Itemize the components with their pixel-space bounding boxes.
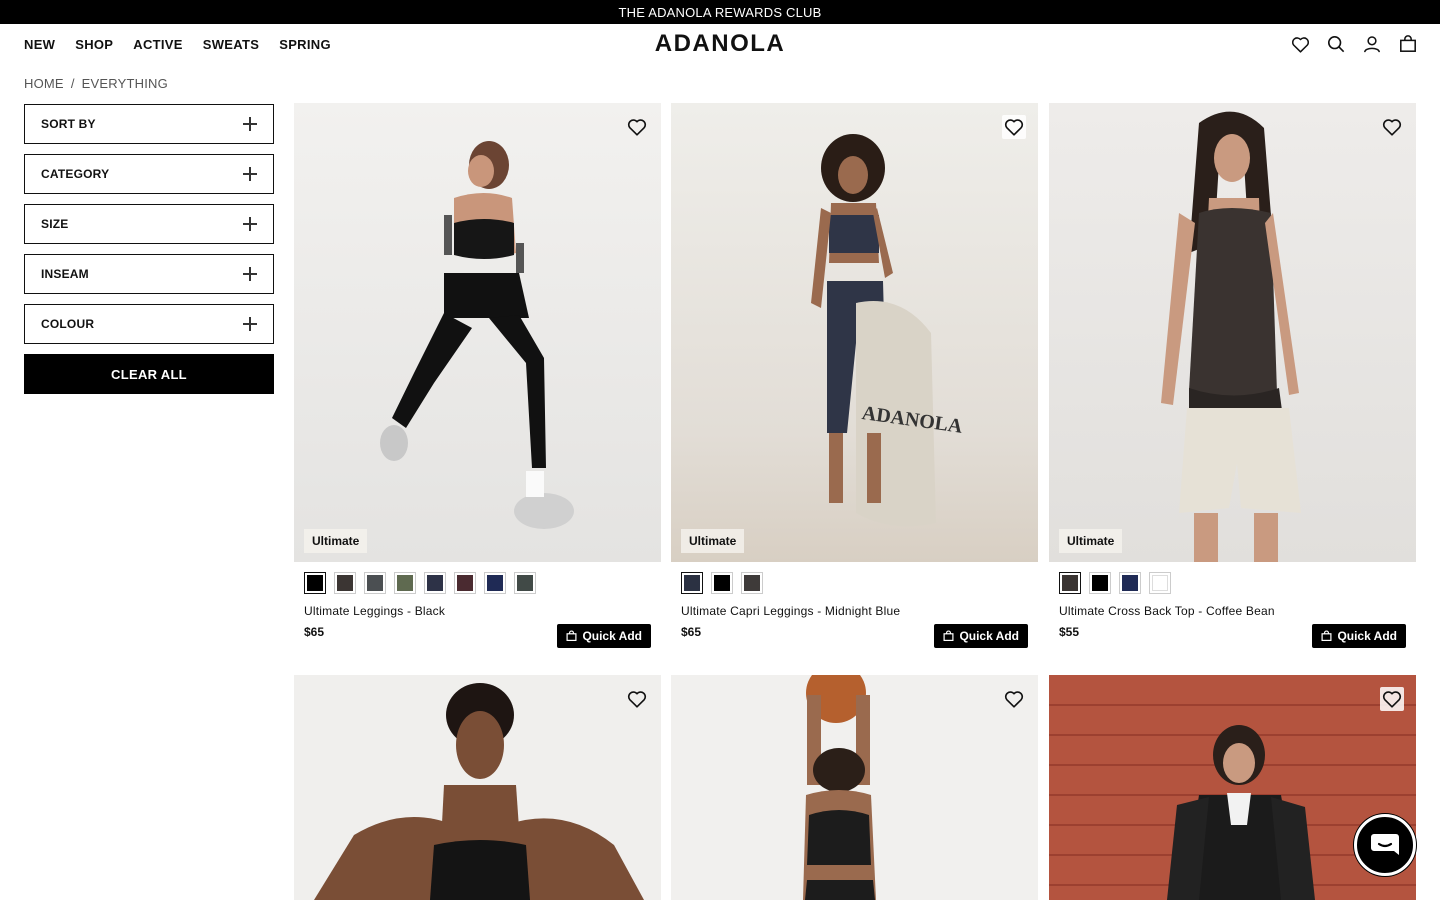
- product-card[interactable]: ADANOLA Ultimate Ultimate Capri Leggings…: [671, 103, 1038, 648]
- search-icon[interactable]: [1326, 32, 1346, 56]
- header-icons: [1290, 32, 1418, 56]
- nav-new[interactable]: NEW: [24, 37, 55, 52]
- color-swatch[interactable]: [334, 572, 356, 594]
- breadcrumb-separator: /: [70, 76, 75, 91]
- product-image[interactable]: Ultimate: [1049, 103, 1416, 562]
- product-name[interactable]: Ultimate Cross Back Top - Coffee Bean: [1049, 594, 1416, 618]
- color-swatch[interactable]: [711, 572, 733, 594]
- quick-add-label: Quick Add: [1337, 629, 1397, 643]
- wishlist-heart-icon[interactable]: [1002, 115, 1026, 139]
- product-name[interactable]: Ultimate Capri Leggings - Midnight Blue: [671, 594, 1038, 618]
- bag-icon: [566, 630, 577, 642]
- color-swatch[interactable]: [394, 572, 416, 594]
- color-swatch[interactable]: [1059, 572, 1081, 594]
- color-swatch[interactable]: [364, 572, 386, 594]
- wishlist-heart-icon[interactable]: [1380, 115, 1404, 139]
- color-swatches: [1049, 562, 1416, 594]
- wishlist-heart-icon[interactable]: [1380, 687, 1404, 711]
- quick-add-label: Quick Add: [959, 629, 1019, 643]
- quick-add-button[interactable]: Quick Add: [1312, 624, 1406, 648]
- product-tag: Ultimate: [681, 529, 745, 553]
- main-nav: NEW SHOP ACTIVE SWEATS SPRING: [24, 24, 331, 64]
- plus-icon: [243, 267, 257, 281]
- color-swatches: [671, 562, 1038, 594]
- filter-colour[interactable]: COLOUR: [24, 304, 274, 344]
- announcement-bar[interactable]: THE ADANOLA REWARDS CLUB: [0, 0, 1440, 24]
- nav-active[interactable]: ACTIVE: [133, 37, 182, 52]
- bag-icon: [943, 630, 954, 642]
- brand-logo[interactable]: ADANOLA: [655, 30, 786, 58]
- color-swatch[interactable]: [1119, 572, 1141, 594]
- breadcrumb-home[interactable]: HOME: [24, 76, 64, 91]
- nav-shop[interactable]: SHOP: [75, 37, 113, 52]
- color-swatch[interactable]: [1149, 572, 1171, 594]
- clear-all-button[interactable]: CLEAR ALL: [24, 354, 274, 394]
- filter-label: SORT BY: [41, 117, 96, 131]
- filter-label: SIZE: [41, 217, 69, 231]
- product-image[interactable]: [1049, 675, 1416, 900]
- nav-sweats[interactable]: SWEATS: [203, 37, 259, 52]
- quick-add-button[interactable]: Quick Add: [934, 624, 1028, 648]
- bag-icon: [1321, 630, 1332, 642]
- plus-icon: [243, 217, 257, 231]
- nav-spring[interactable]: SPRING: [279, 37, 331, 52]
- plus-icon: [243, 117, 257, 131]
- color-swatches: [294, 562, 661, 594]
- filter-sort-by[interactable]: SORT BY: [24, 104, 274, 144]
- breadcrumb: HOME / EVERYTHING: [24, 76, 168, 91]
- product-image[interactable]: [671, 675, 1038, 900]
- chat-button[interactable]: [1354, 814, 1416, 876]
- product-image[interactable]: ADANOLA Ultimate: [671, 103, 1038, 562]
- product-name[interactable]: Ultimate Leggings - Black: [294, 594, 661, 618]
- product-tag: Ultimate: [1059, 529, 1123, 553]
- announcement-text[interactable]: THE ADANOLA REWARDS CLUB: [619, 5, 822, 20]
- color-swatch[interactable]: [304, 572, 326, 594]
- product-card[interactable]: Ultimate Ultimate Cross Back Top - Coffe…: [1049, 103, 1416, 648]
- breadcrumb-current: EVERYTHING: [81, 76, 168, 91]
- color-swatch[interactable]: [514, 572, 536, 594]
- heart-icon[interactable]: [1290, 32, 1310, 56]
- product-card[interactable]: [1049, 675, 1416, 900]
- wishlist-heart-icon[interactable]: [625, 687, 649, 711]
- bag-icon[interactable]: [1398, 32, 1418, 56]
- color-swatch[interactable]: [1089, 572, 1111, 594]
- filter-label: COLOUR: [41, 317, 95, 331]
- chat-icon: [1371, 834, 1399, 855]
- filter-size[interactable]: SIZE: [24, 204, 274, 244]
- product-card[interactable]: Ultimate Ultimate Leggings - Black $65 Q…: [294, 103, 661, 648]
- product-card[interactable]: [671, 675, 1038, 900]
- filter-sidebar: SORT BY CATEGORY SIZE INSEAM COLOUR CLEA…: [24, 104, 274, 394]
- product-price: $65: [304, 625, 325, 639]
- quick-add-button[interactable]: Quick Add: [557, 624, 651, 648]
- filter-label: CATEGORY: [41, 167, 110, 181]
- product-price: $55: [1059, 625, 1080, 639]
- color-swatch[interactable]: [424, 572, 446, 594]
- product-price: $65: [681, 625, 702, 639]
- account-icon[interactable]: [1362, 32, 1382, 56]
- filter-category[interactable]: CATEGORY: [24, 154, 274, 194]
- color-swatch[interactable]: [741, 572, 763, 594]
- filter-inseam[interactable]: INSEAM: [24, 254, 274, 294]
- product-image[interactable]: [294, 675, 661, 900]
- color-swatch[interactable]: [681, 572, 703, 594]
- wishlist-heart-icon[interactable]: [1002, 687, 1026, 711]
- product-card[interactable]: [294, 675, 661, 900]
- plus-icon: [243, 317, 257, 331]
- filter-label: INSEAM: [41, 267, 89, 281]
- plus-icon: [243, 167, 257, 181]
- color-swatch[interactable]: [454, 572, 476, 594]
- product-image[interactable]: Ultimate: [294, 103, 661, 562]
- wishlist-heart-icon[interactable]: [625, 115, 649, 139]
- quick-add-label: Quick Add: [582, 629, 642, 643]
- product-tag: Ultimate: [304, 529, 368, 553]
- site-header: NEW SHOP ACTIVE SWEATS SPRING ADANOLA: [0, 24, 1440, 64]
- color-swatch[interactable]: [484, 572, 506, 594]
